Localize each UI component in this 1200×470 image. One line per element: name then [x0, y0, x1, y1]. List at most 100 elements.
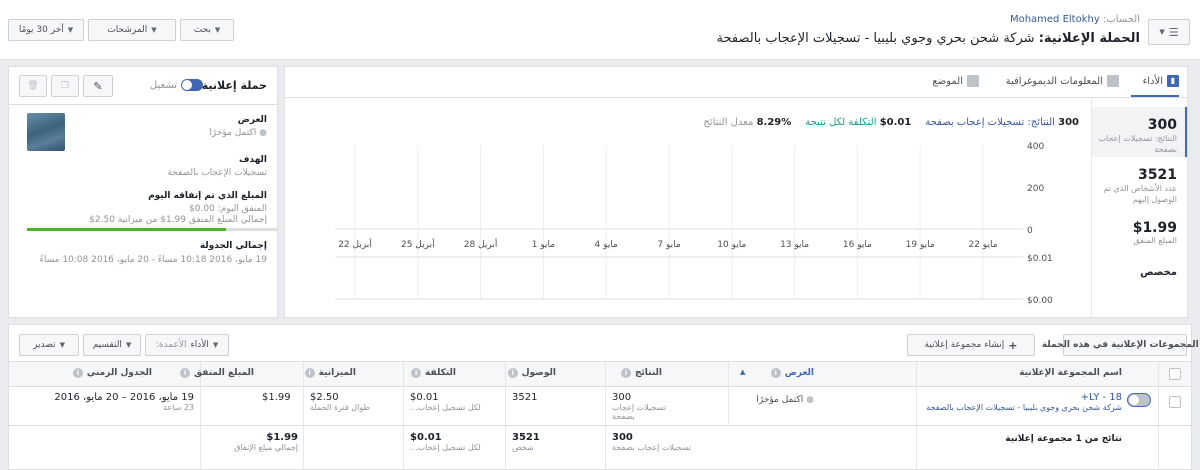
adsets-dropdown[interactable]: ▼المجموعات الإعلانية في هذه الحملة [1042, 334, 1199, 356]
header-spent[interactable]: المبلغ المنفق i [180, 368, 254, 378]
tabs-divider [285, 97, 1187, 98]
info-icon: i [72, 368, 83, 378]
row-campaign[interactable]: شركة شحن بحري وجوي بليبيا - تسجيلات الإع… [926, 403, 1122, 412]
table-row: LY - 18+ شركة شحن بحري وجوي بليبيا - تسج… [926, 392, 1122, 412]
search-button[interactable]: ▼ بحث [180, 19, 234, 41]
total-spent: $1.99 إجمالي مبلغ الإنفاق [234, 432, 298, 452]
legend-cost: $0.01 التكلفة لكل نتيجة [805, 117, 912, 128]
header-delivery[interactable]: العرض i [770, 368, 814, 378]
ad-thumbnail [27, 113, 65, 151]
campaign-menu-button[interactable]: ☰ ▼ [1148, 19, 1190, 45]
row-divider [9, 425, 1191, 426]
trash-icon: 🗑 [27, 81, 39, 91]
chevron-down-icon: ▼ [125, 341, 132, 349]
row-results: 300 تسجيلات إعجاب بصفحة [612, 392, 666, 421]
breakdown-dropdown[interactable]: ▼ التقسيم [83, 334, 141, 356]
pencil-icon: ✎ [93, 79, 103, 93]
chart-legend: 300 النتائج: تسجيلات إعجاب بصفحة $0.01 ا… [703, 117, 1079, 128]
side-card-title: حملة إعلانية [201, 79, 267, 92]
x-tick-label: مايو 13 [780, 240, 809, 250]
date-range-button[interactable]: ▼ آخر 30 يومًا [8, 19, 84, 41]
sort-up-icon[interactable]: ▲ [740, 368, 745, 376]
metric-spent[interactable]: $1.99 المبلغ المنفق [1095, 220, 1177, 245]
x-tick-label: مايو 19 [906, 240, 935, 250]
metric-results-label: النتائج: تسجيلات إعجاب بصفحة [1098, 134, 1177, 154]
tab-performance[interactable]: ▮ الأداء [1143, 75, 1179, 87]
metric-reach-label: عدد الأشخاص الذي تم الوصول إليهم [1103, 184, 1177, 204]
header-cost[interactable]: التكلفة i [411, 368, 456, 378]
legend-rate: 8.29% معدل النتائج [703, 117, 792, 128]
chevron-down-icon: ▼ [67, 26, 74, 34]
schedule-label: إجمالي الجدولة [199, 241, 267, 251]
goal-section: الهدف تسجيلات الإعجاب بالصفحة [167, 155, 267, 178]
row-name[interactable]: LY - 18+ [926, 392, 1122, 403]
metric-reach-value: 3521 [1138, 167, 1177, 183]
col-sep [728, 361, 729, 425]
x-tick-label: أبريل 25 [401, 238, 435, 250]
top-header: ☰ ▼ الحساب: Mohamed Eltokhy الحملة الإعلا… [0, 0, 1200, 60]
metric-spent-value: $1.99 [1132, 220, 1177, 236]
plus-icon: + [1008, 338, 1018, 352]
header-reach[interactable]: الوصول i [507, 368, 556, 378]
spent-total: إجمالي المبلغ المنفق 1.99$ من ميزانية 2.… [89, 215, 267, 225]
row-checkbox[interactable] [1169, 396, 1181, 408]
edit-button[interactable]: ✎ [83, 75, 113, 97]
columns-dropdown[interactable]: ▼ الأداء الأعمدة: [145, 334, 229, 356]
status-toggle-group: تشغيل [150, 79, 203, 91]
col-sep [505, 361, 506, 470]
metric-custom[interactable]: مخصص [1140, 267, 1177, 278]
select-all-checkbox[interactable] [1169, 368, 1181, 380]
row-delivery: ● اكتمل مؤخرًا [756, 395, 814, 405]
export-dropdown[interactable]: ▼ تصدير [19, 334, 79, 356]
metric-reach[interactable]: 3521 عدد الأشخاص الذي تم الوصول إليهم [1095, 167, 1177, 205]
create-adset-button[interactable]: + إنشاء مجموعة إعلانية [907, 334, 1035, 356]
status-toggle[interactable] [181, 79, 203, 91]
spend-progress-fill [27, 228, 226, 231]
x-tick-label: أبريل 28 [464, 238, 498, 250]
upper-tick-label: 400 [1027, 142, 1044, 152]
total-label: نتائج من 1 مجموعة إعلانية [1005, 434, 1122, 444]
tab-demographics[interactable]: المعلومات الديموغرافية [1006, 75, 1119, 87]
row-toggle[interactable] [1127, 393, 1151, 407]
metric-results[interactable]: 300 النتائج: تسجيلات إعجاب بصفحة [1095, 117, 1177, 155]
chevron-down-icon: ▼ [151, 26, 157, 34]
header-budget[interactable]: الميزانية i [304, 368, 356, 378]
info-icon: i [304, 368, 315, 378]
info-icon: i [620, 368, 631, 378]
campaign-name: شركة شحن بحري وجوي بليبيا - تسجيلات الإع… [716, 31, 1035, 46]
x-tick-label: مايو 16 [843, 240, 872, 250]
header-name[interactable]: اسم المجموعة الإعلانية [1019, 368, 1122, 378]
view-label: العرض [237, 115, 267, 125]
account-name[interactable]: Mohamed Eltokhy [1010, 14, 1100, 25]
col-sep [605, 361, 606, 470]
header-schedule[interactable]: الجدول الزمني i [72, 368, 152, 378]
campaign-label: الحملة الإعلانية: [1038, 31, 1140, 46]
info-icon: i [770, 368, 781, 378]
col-sep [403, 361, 404, 470]
upper-tick-label: 200 [1027, 184, 1044, 194]
menu-icon: ☰ [1168, 25, 1179, 39]
header-results[interactable]: النتائج i [620, 368, 662, 378]
metric-spent-label: المبلغ المنفق [1133, 236, 1177, 245]
active-tab-underline [1131, 95, 1179, 97]
schedule-section: إجمالي الجدولة 19 مايو، 2016 10:18 مساءً… [40, 241, 267, 265]
view-value: ● اكتمل مؤخرًا [209, 128, 267, 138]
spent-today-label: المبلغ الذي تم إنفاقه اليوم [148, 191, 267, 201]
duplicate-button[interactable]: ❐ [51, 75, 79, 97]
filters-button[interactable]: ▼ المرشحات [88, 19, 176, 41]
row-schedule: 19 مايو، 2016 – 20 مايو، 2016 23 ساعة [54, 392, 194, 412]
metric-results-value: 300 [1147, 117, 1177, 133]
total-cost: $0.01 لكل تسجيل إعجاب... [410, 432, 481, 452]
delete-button[interactable]: 🗑 [19, 75, 47, 97]
performance-chart: 400 200 0 $0.01 $0.00 أبريل 22 أبريل 25 أبريل 2… [335, 142, 1053, 306]
upper-tick-label: 0 [1027, 226, 1033, 236]
chevron-down-icon: ▼ [214, 26, 221, 34]
chevron-down-icon: ▼ [59, 341, 65, 349]
chevron-down-icon: ▼ [212, 341, 219, 349]
col-sep [916, 361, 917, 470]
spend-section: المبلغ الذي تم إنفاقه اليوم المنفق اليوم… [17, 191, 267, 225]
goal-label: الهدف [238, 155, 267, 165]
info-icon: i [180, 368, 191, 378]
tab-placement[interactable]: الموضع [932, 75, 979, 87]
row-spent: $1.99 [262, 392, 291, 403]
